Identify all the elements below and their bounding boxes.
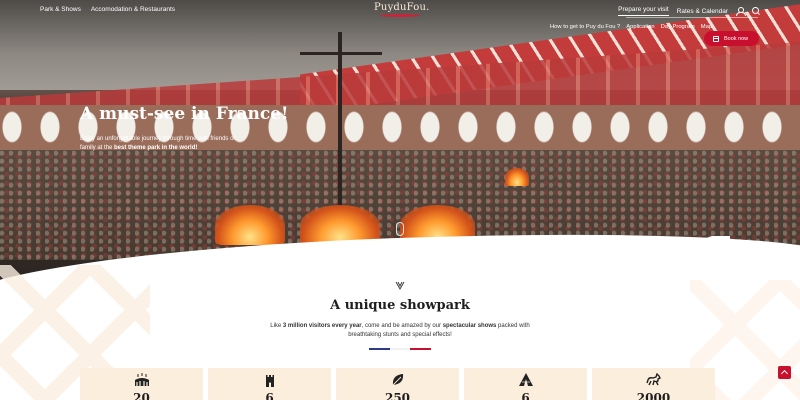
stat-card: 6 [464,368,587,400]
castle-tower-icon [266,375,274,387]
stat-value: 250 [384,391,411,400]
tent-icon [519,373,533,386]
tricolor-divider [369,348,432,350]
stats-row: 20 6 250 6 2000 [80,368,715,400]
fleur-ornament-icon [395,281,405,290]
primary-nav-left: Park & Shows Accomodation & Restaurants [40,6,175,13]
user-icon[interactable] [736,7,746,16]
stat-card: 2000 [592,368,715,400]
scroll-indicator [396,222,404,236]
primary-nav-right: Prepare your visit Rates & Calendar [618,6,760,16]
subnav-link-how-to-get[interactable]: How to get to Puy du Fou ? [550,24,620,30]
scroll-to-top-button[interactable] [778,366,791,379]
nav-link-prepare-visit[interactable]: Prepare your visit [618,6,669,16]
stat-card: 250 [336,368,459,400]
secondary-nav: How to get to Puy du Fou ? Application D… [550,24,712,30]
hero-title: A must-see in France! [80,104,289,124]
horse-icon [646,372,661,386]
nav-link-accommodation-restaurants[interactable]: Accomodation & Restaurants [91,6,175,13]
book-now-label: Book now [724,35,749,42]
book-now-button[interactable]: Book now [704,31,759,46]
nav-divider [626,17,758,18]
calendar-icon [713,35,719,42]
stat-value: 6 [521,391,530,400]
stat-card: 6 [208,368,331,400]
stat-card: 20 [80,368,203,400]
search-icon[interactable] [752,7,760,15]
arena-icon [135,373,149,386]
leaf-icon [392,374,404,386]
nav-link-rates-calendar[interactable]: Rates & Calendar [677,8,728,15]
nav-link-park-shows[interactable]: Park & Shows [40,6,81,13]
subnav-link-map[interactable]: Map [701,24,712,30]
subnav-link-day-program[interactable]: Day Program [661,24,695,30]
logo-text: PuyduFou. [374,2,430,13]
site-logo[interactable]: PuyduFou. [374,2,429,18]
section-title: A unique showpark [330,298,470,313]
subnav-link-application[interactable]: Application [626,24,654,30]
stat-value: 6 [265,391,274,400]
stat-value: 20 [133,391,150,400]
stat-value: 2000 [636,391,671,400]
logo-swoosh [380,14,420,17]
hero-subtitle: Enjoy an unforgettable journey through t… [80,136,236,151]
section-description: Like 3 million visitors every year, come… [270,323,530,338]
